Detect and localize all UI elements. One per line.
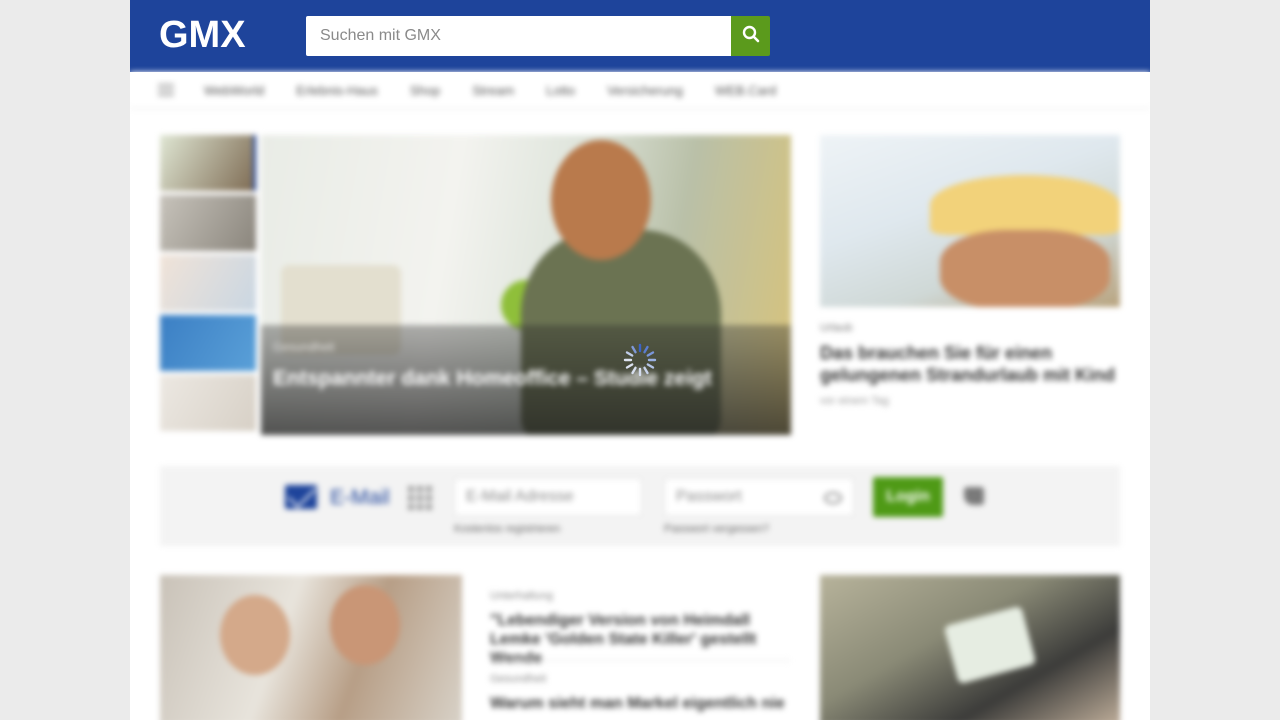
hero-kicker: Gesundheit (273, 340, 335, 354)
image-part (943, 605, 1037, 685)
thumbnail[interactable] (160, 255, 256, 311)
image-part (220, 595, 290, 675)
thumbnail[interactable] (160, 375, 256, 431)
nav-item[interactable]: Shop (410, 83, 440, 98)
thumbnail[interactable] (160, 135, 256, 191)
article-title[interactable]: Warum sieht man Markel eigentlich nie (490, 694, 790, 713)
menu-icon[interactable] (158, 84, 174, 96)
search-button[interactable] (731, 16, 770, 56)
hero-teaser[interactable]: Gesundheit Entspannter dank Homeoffice –… (261, 135, 791, 435)
side-article-image[interactable] (820, 135, 1120, 307)
login-bar: E-Mail E-Mail Adresse Kostenlos registri… (160, 466, 1120, 546)
search-bar (306, 16, 770, 56)
eye-icon[interactable] (824, 492, 842, 504)
nav-item[interactable]: Versicherung (607, 83, 683, 98)
tag-icon[interactable] (964, 487, 984, 505)
article-kicker: Unterhaltung (490, 590, 553, 602)
mail-label: E-Mail (330, 486, 390, 509)
hero-thumbnails (160, 135, 260, 435)
article-image[interactable] (160, 575, 462, 720)
side-article-date: vor einem Tag (820, 395, 889, 407)
nav-item[interactable]: WEB.Card (715, 83, 776, 98)
article-kicker: Gesundheit (490, 673, 547, 685)
nav-item[interactable]: Stream (472, 83, 514, 98)
gmx-logo[interactable]: GMX (159, 14, 246, 57)
hero-image-part (551, 140, 651, 260)
image-part (330, 585, 400, 665)
apps-grid-icon[interactable] (408, 486, 432, 510)
nav-item[interactable]: Lotto (546, 83, 575, 98)
thumbnail[interactable] (160, 315, 256, 371)
login-button[interactable]: Login (873, 477, 943, 517)
mail-icon (285, 485, 317, 509)
thumbnail[interactable] (160, 195, 256, 251)
search-icon (741, 24, 761, 49)
nav-item[interactable]: WebWorld (204, 83, 264, 98)
search-input[interactable] (306, 16, 731, 56)
side-image-part (940, 230, 1110, 307)
top-header: GMX (130, 0, 1150, 72)
email-field[interactable]: E-Mail Adresse (454, 478, 642, 516)
side-article-kicker: Urlaub (820, 322, 853, 334)
side-article-title[interactable]: Das brauchen Sie für einen gelungenen St… (820, 342, 1120, 386)
side-image-part (930, 175, 1120, 235)
divider (490, 660, 790, 661)
nav-item[interactable]: Erlebnis-Haus (296, 83, 378, 98)
category-nav: WebWorld Erlebnis-Haus Shop Stream Lotto… (130, 72, 1150, 109)
article-image[interactable] (820, 575, 1120, 720)
loading-spinner-icon (622, 342, 658, 378)
forgot-password-link[interactable]: Passwort vergessen? (664, 523, 769, 535)
register-link[interactable]: Kostenlos registrieren (454, 523, 560, 535)
